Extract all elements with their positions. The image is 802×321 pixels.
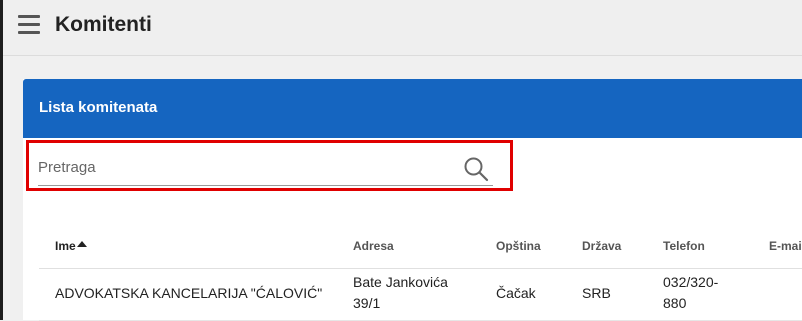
- page-title: Komitenti: [55, 13, 152, 36]
- cell-drzava: SRB: [582, 285, 611, 301]
- cell-adresa-line2: 39/1: [353, 295, 381, 311]
- search-underline: [38, 185, 493, 186]
- panel-header: Lista komitenata: [23, 79, 802, 138]
- column-header-adresa[interactable]: Adresa: [353, 239, 394, 253]
- search-icon[interactable]: [463, 156, 489, 182]
- panel-title: Lista komitenata: [39, 99, 158, 116]
- column-header-opstina[interactable]: Opština: [496, 239, 541, 253]
- cell-ime: ADVOKATSKA KANCELARIJA "ĆALOVIĆ": [55, 285, 323, 301]
- cell-telefon-line2: 880: [663, 295, 687, 311]
- column-header-ime[interactable]: Ime: [55, 239, 87, 253]
- search-input[interactable]: [38, 152, 453, 182]
- cell-telefon: 032/320- 880: [663, 272, 718, 314]
- search-field: [36, 150, 501, 186]
- cell-opstina: Čačak: [496, 285, 536, 301]
- cell-adresa-line1: Bate Jankovića: [353, 274, 448, 290]
- clients-panel: Lista komitenata Ime Adresa Opština Drža…: [23, 79, 802, 321]
- app-bar: Komitenti: [3, 0, 802, 56]
- column-header-telefon[interactable]: Telefon: [663, 239, 705, 253]
- table-row[interactable]: ADVOKATSKA KANCELARIJA "ĆALOVIĆ" Bate Ja…: [39, 269, 802, 321]
- column-header-email[interactable]: E-mai: [769, 239, 802, 253]
- cell-adresa: Bate Jankovića 39/1: [353, 272, 448, 314]
- column-header-ime-label: Ime: [55, 239, 76, 253]
- column-header-drzava[interactable]: Država: [582, 239, 621, 253]
- hamburger-menu-icon[interactable]: [18, 15, 40, 35]
- sort-ascending-icon: [76, 241, 87, 247]
- cell-telefon-line1: 032/320-: [663, 274, 719, 290]
